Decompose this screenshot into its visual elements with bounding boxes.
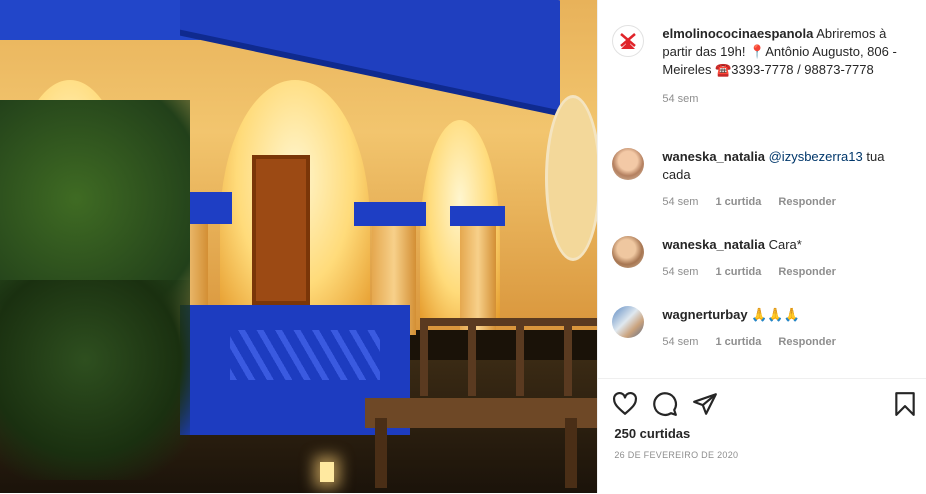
comment-likes[interactable]: 1 curtida <box>716 196 762 208</box>
comment-text: waneska_natalia Cara* <box>662 236 902 254</box>
heart-icon[interactable] <box>612 391 638 417</box>
comment-content: Cara* <box>764 237 802 252</box>
author-username[interactable]: elmolinococinaespanola <box>662 26 813 41</box>
post-photo[interactable] <box>0 0 598 493</box>
comment-time[interactable]: 54 sem <box>662 196 698 208</box>
share-icon[interactable] <box>692 391 718 417</box>
bookmark-icon[interactable] <box>892 391 918 417</box>
photo-railing-pattern <box>230 330 380 380</box>
caption-meta: 54 sem <box>662 93 902 105</box>
bench-back <box>420 318 598 396</box>
comment-meta: 54 sem 1 curtida Responder <box>662 266 902 278</box>
comment-likes[interactable]: 1 curtida <box>716 336 762 348</box>
photo-pillar <box>460 220 496 330</box>
comment-username[interactable]: waneska_natalia <box>662 237 765 252</box>
comment-body: waneska_natalia Cara* 54 sem 1 curtida R… <box>662 236 902 278</box>
likes-count[interactable]: 250 curtidas <box>614 426 690 441</box>
post-date: 26 de fevereiro de 2020 <box>614 450 739 460</box>
pin-icon: 📍 <box>749 44 766 59</box>
photo-door <box>252 155 310 305</box>
caption-time[interactable]: 54 sem <box>662 93 698 105</box>
reply-button[interactable]: Responder <box>778 196 835 208</box>
comment-content: 🙏🙏🙏 <box>747 307 800 322</box>
caption-text: elmolinococinaespanola Abriremos à parti… <box>662 25 902 79</box>
phone-icon: ☎️ <box>715 62 732 77</box>
commenter-avatar[interactable] <box>612 236 645 268</box>
bench-seat <box>365 398 598 428</box>
post-caption: elmolinococinaespanola Abriremos à parti… <box>612 25 902 105</box>
comment-username[interactable]: wagnerturbay <box>662 307 747 322</box>
caption-body: elmolinococinaespanola Abriremos à parti… <box>662 25 902 105</box>
commenter-avatar[interactable] <box>612 148 645 180</box>
comment-likes[interactable]: 1 curtida <box>716 266 762 278</box>
instagram-post-view: elmolinococinaespanola Abriremos à parti… <box>0 0 926 493</box>
photo-window <box>545 95 598 261</box>
photo-bench <box>365 318 598 488</box>
comment-time[interactable]: 54 sem <box>662 336 698 348</box>
bench-leg <box>565 418 577 488</box>
post-actions: 250 curtidas 26 de fevereiro de 2020 <box>598 378 926 494</box>
windmill-logo-icon <box>620 33 637 49</box>
comment-mention[interactable]: @izysbezerra13 <box>769 149 863 164</box>
author-avatar[interactable] <box>612 25 645 57</box>
reply-button[interactable]: Responder <box>778 266 835 278</box>
comment-item: waneska_natalia Cara* 54 sem 1 curtida R… <box>612 236 902 278</box>
photo-candle <box>320 462 334 482</box>
bench-leg <box>375 418 387 488</box>
comment-icon[interactable] <box>652 391 678 417</box>
comment-time[interactable]: 54 sem <box>662 266 698 278</box>
comment-body: wagnerturbay 🙏🙏🙏 54 sem 1 curtida Respon… <box>662 306 902 348</box>
photo-plants <box>0 280 190 480</box>
comment-item: wagnerturbay 🙏🙏🙏 54 sem 1 curtida Respon… <box>612 306 902 348</box>
comment-body: waneska_natalia @izysbezerra13 tua cada … <box>662 148 902 208</box>
post-sidebar: elmolinococinaespanola Abriremos à parti… <box>597 0 926 493</box>
photo-pillar-cap <box>450 206 505 226</box>
comment-text: wagnerturbay 🙏🙏🙏 <box>662 306 902 324</box>
comment-username[interactable]: waneska_natalia <box>662 149 765 164</box>
comment-meta: 54 sem 1 curtida Responder <box>662 196 902 208</box>
photo-pillar-cap <box>354 202 426 226</box>
reply-button[interactable]: Responder <box>778 336 835 348</box>
comment-text: waneska_natalia @izysbezerra13 tua cada <box>662 148 902 184</box>
comment-item: waneska_natalia @izysbezerra13 tua cada … <box>612 148 902 208</box>
comment-meta: 54 sem 1 curtida Responder <box>662 336 902 348</box>
photo-roof <box>0 0 200 40</box>
commenter-avatar[interactable] <box>612 306 645 338</box>
caption-part: 3393-7778 / 98873-7778 <box>731 62 874 77</box>
